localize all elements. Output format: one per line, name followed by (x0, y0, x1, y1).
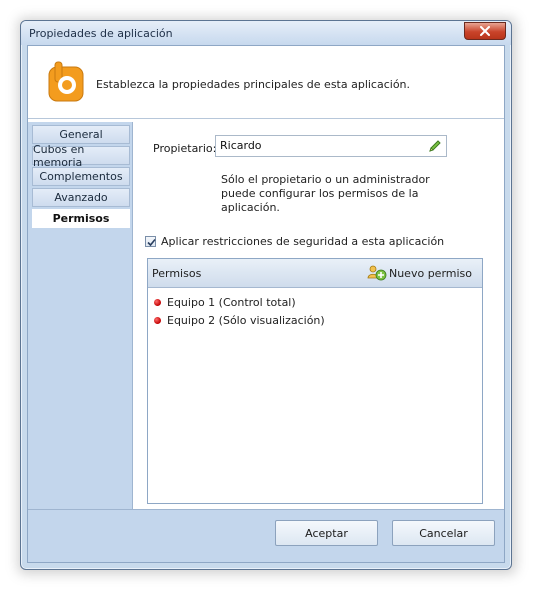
close-icon (480, 26, 490, 36)
security-checkbox-label: Aplicar restricciones de seguridad a est… (161, 235, 445, 248)
sidebar-item-general[interactable]: General (32, 125, 130, 144)
dialog-footer: Aceptar Cancelar (28, 509, 504, 562)
permission-label: Equipo 1 (Control total) (167, 295, 296, 309)
dialog-header: Establezca la propiedades principales de… (28, 46, 504, 119)
checkmark-icon (147, 238, 156, 247)
permissions-title: Permisos (152, 267, 202, 280)
dialog-window: Propiedades de aplicación Establezca la … (20, 20, 512, 570)
app-logo-icon (48, 61, 84, 102)
permissions-panel: Permisos Nuevo permiso Equipo 1 (Control… (147, 258, 483, 504)
cancel-button[interactable]: Cancelar (392, 520, 495, 546)
status-dot-icon (154, 316, 161, 324)
accept-button[interactable]: Aceptar (275, 520, 378, 546)
permissions-header: Permisos Nuevo permiso (148, 259, 482, 288)
sidebar-item-complementos[interactable]: Complementos (32, 167, 130, 186)
dialog-client-area: Establezca la propiedades principales de… (27, 45, 505, 563)
add-permission-icon (367, 265, 387, 281)
title-bar[interactable]: Propiedades de aplicación (21, 21, 511, 45)
pencil-icon[interactable] (428, 139, 442, 153)
permissions-list: Equipo 1 (Control total) Equipo 2 (Sólo … (154, 293, 478, 329)
status-dot-icon (154, 298, 161, 306)
close-button[interactable] (464, 22, 506, 40)
window-title: Propiedades de aplicación (29, 27, 173, 40)
sidebar-item-permisos[interactable]: Permisos (32, 209, 130, 228)
new-permission-label: Nuevo permiso (388, 266, 472, 280)
owner-label: Propietario: (153, 142, 217, 155)
owner-field[interactable] (215, 135, 447, 157)
list-item[interactable]: Equipo 1 (Control total) (154, 293, 478, 311)
owner-note: Sólo el propietario o un administrador p… (221, 173, 430, 214)
security-checkbox[interactable] (145, 236, 156, 247)
new-permission-button[interactable]: Nuevo permiso (367, 263, 472, 283)
list-item[interactable]: Equipo 2 (Sólo visualización) (154, 311, 478, 329)
permission-label: Equipo 2 (Sólo visualización) (167, 313, 325, 327)
sidebar: General Cubos en memoria Complementos Av… (28, 122, 133, 510)
owner-input[interactable] (220, 139, 420, 152)
permissions-page: Propietario: Sólo el propietario o un ad… (133, 122, 504, 510)
sidebar-item-avanzado[interactable]: Avanzado (32, 188, 130, 207)
security-check-row[interactable]: Aplicar restricciones de seguridad a est… (145, 235, 444, 248)
sidebar-item-cubos-en-memoria[interactable]: Cubos en memoria (32, 143, 130, 169)
header-description: Establezca la propiedades principales de… (96, 78, 411, 91)
